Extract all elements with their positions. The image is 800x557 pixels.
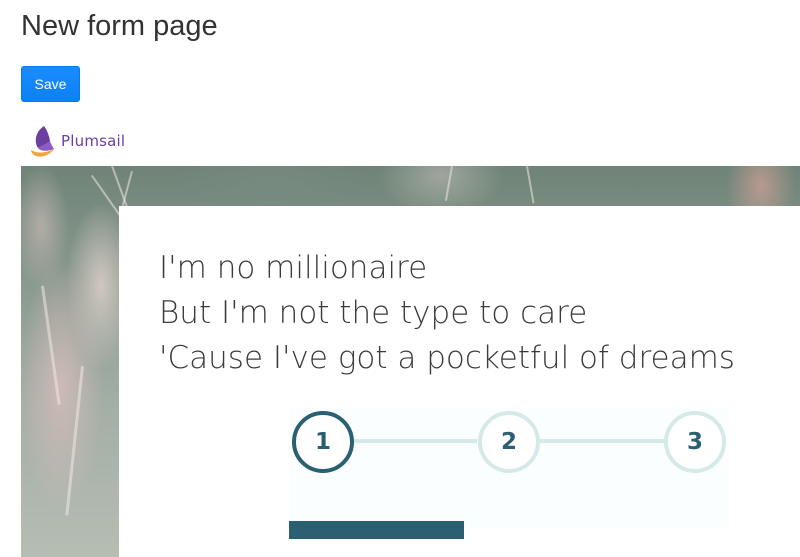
lyrics-line: I'm no millionaire <box>159 250 428 286</box>
lyrics-line: 'Cause I've got a pocketful of dreams <box>159 340 735 376</box>
step-3[interactable]: 3 <box>664 411 726 473</box>
step-connector <box>351 439 477 443</box>
form-card: I'm no millionaire But I'm not the type … <box>119 206 800 557</box>
wizard-stepper: 1 2 3 <box>289 408 729 528</box>
page-title: New form page <box>21 10 218 42</box>
sail-logo-icon <box>30 124 56 158</box>
lyrics-line: But I'm not the type to care <box>159 295 588 331</box>
brand: Plumsail <box>30 124 125 158</box>
step-1[interactable]: 1 <box>292 411 354 473</box>
step-connector <box>539 439 665 443</box>
lyrics-text: I'm no millionaire But I'm not the type … <box>159 246 735 381</box>
save-button[interactable]: Save <box>21 66 80 102</box>
step-2[interactable]: 2 <box>478 411 540 473</box>
brand-name: Plumsail <box>61 132 126 150</box>
form-page: New form page Save Plumsail I'm no milli… <box>0 0 800 557</box>
step-progress-bar <box>289 521 464 539</box>
